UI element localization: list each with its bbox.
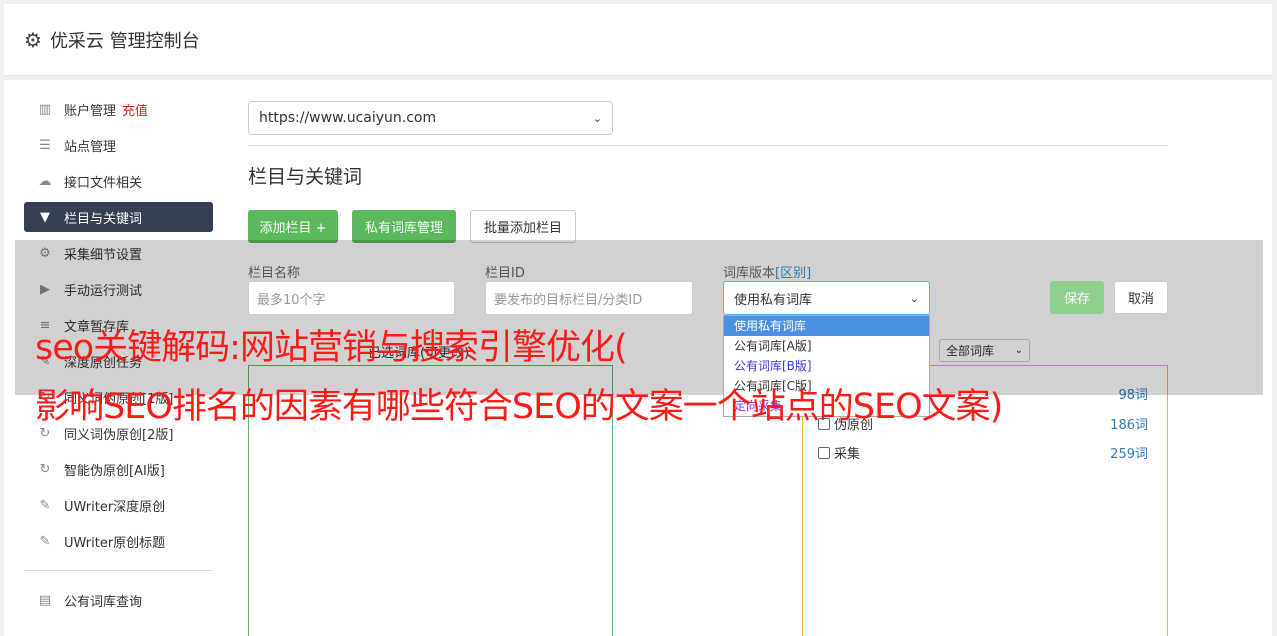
site-select-value: https://www.ucaiyun.com (259, 110, 437, 126)
sidebar-item-label: UWriter原创标题 (64, 535, 166, 551)
add-column-button[interactable]: 添加栏目 + (248, 210, 338, 243)
sidebar-item-label: 账户管理 (64, 103, 117, 119)
sidebar-item-label: UWriter深度原创 (64, 499, 166, 515)
top-header: ⚙ 优采云 管理控制台 (4, 4, 1272, 76)
headline-line-1: seo关键解码:网站营销与搜索引擎优化( (35, 328, 628, 368)
chevron-down-icon: ⌄ (909, 291, 919, 305)
book-icon: ▤ (38, 592, 52, 608)
modal-overlay (15, 240, 1263, 395)
library-item[interactable]: 采集 259词 (818, 443, 1148, 462)
sidebar-item-uwriter-title[interactable]: ✎ UWriter原创标题 (24, 526, 213, 556)
refresh-icon: ↻ (39, 425, 51, 441)
sidebar-item-label: 站点管理 (64, 139, 117, 155)
sidebar-item-label: 智能伪原创[AI版] (64, 463, 165, 479)
refresh-icon: ↻ (39, 461, 51, 477)
sidebar-item-public-lib[interactable]: ▤ 公有词库查询 (24, 585, 213, 615)
edit-icon: ✎ (39, 533, 51, 549)
sidebar-item-uwriter-deep[interactable]: ✎ UWriter深度原创 (24, 490, 213, 520)
sidebar-item-label: 接口文件相关 (64, 175, 143, 191)
sidebar-item-label: 公有词库查询 (64, 594, 143, 610)
lib-version-label: 词库版本[区别] (723, 262, 811, 281)
site-select[interactable]: https://www.ucaiyun.com ⌄ (248, 101, 613, 135)
sidebar-item-account[interactable]: ▥ 账户管理 充值 (24, 94, 213, 124)
sidebar-item-label: 栏目与关键词 (64, 211, 143, 227)
column-name-input[interactable]: 最多10个字 (248, 281, 455, 315)
divider (248, 145, 1168, 146)
sidebar-item-columns[interactable]: ▼ 栏目与关键词 (24, 202, 213, 232)
headline-line-2: 影响SEO排名的因素有哪些符合SEO的文案一个站点的SEO文案) (35, 387, 1003, 427)
section-title: 栏目与关键词 (248, 166, 363, 188)
page-title: 优采云 管理控制台 (49, 30, 200, 52)
server-icon: ☰ (39, 137, 51, 153)
edit-icon: ✎ (39, 497, 51, 513)
batch-add-button[interactable]: 批量添加栏目 (470, 210, 576, 243)
sidebar-item-ai-original[interactable]: ↻ 智能伪原创[AI版] (24, 454, 213, 484)
save-button[interactable]: 保存 (1050, 281, 1104, 314)
bar-chart-icon: ▥ (38, 101, 52, 117)
private-lib-button[interactable]: 私有词库管理 (352, 210, 456, 243)
lib-version-label-text: 词库版本 (723, 266, 776, 281)
cloud-upload-icon: ☁ (38, 173, 52, 189)
chevron-down-icon: ⌄ (592, 111, 602, 125)
sidebar-item-interface[interactable]: ☁ 接口文件相关 (24, 166, 213, 196)
sidebar-divider (24, 570, 213, 571)
sidebar-item-sites[interactable]: ☰ 站点管理 (24, 130, 213, 160)
dropdown-option[interactable]: 使用私有词库 (724, 316, 929, 336)
filter-icon: ▼ (40, 209, 50, 225)
cancel-button[interactable]: 取消 (1114, 281, 1168, 314)
library-name: 采集 (834, 447, 861, 462)
gear-icon: ⚙ (24, 27, 42, 52)
column-id-label: 栏目ID (485, 266, 525, 281)
difference-link[interactable]: [区别] (775, 266, 811, 281)
lib-version-select[interactable]: 使用私有词库 ⌄ (723, 281, 930, 315)
lib-version-value: 使用私有词库 (734, 292, 813, 308)
recharge-link[interactable]: 充值 (122, 100, 148, 119)
dropdown-option[interactable]: 公有词库[B版] (724, 356, 929, 376)
library-count: 186词 (1110, 418, 1148, 433)
library-count: 259词 (1110, 447, 1148, 462)
column-name-label: 栏目名称 (248, 266, 301, 281)
checkbox[interactable] (818, 446, 830, 459)
dropdown-option[interactable]: 公有词库[A版] (724, 336, 929, 356)
column-id-input[interactable]: 要发布的目标栏目/分类ID (485, 281, 693, 315)
